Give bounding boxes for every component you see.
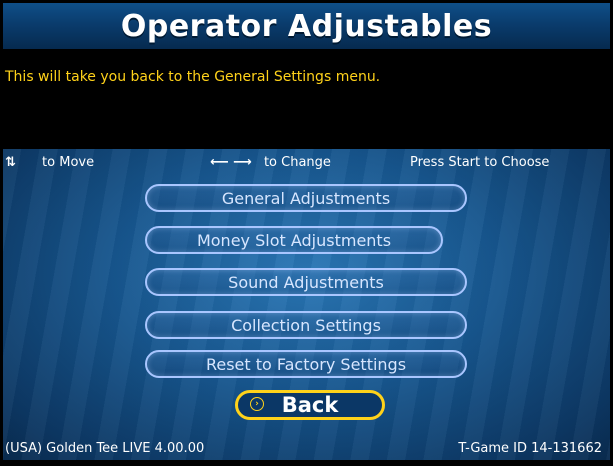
version-text: (USA) Golden Tee LIVE 4.00.00 [5, 441, 205, 456]
hint-change: ⟵ ⟶ to Change [210, 155, 331, 170]
collection-settings-label: Collection Settings [231, 315, 381, 335]
money-slot-adjustments-label: Money Slot Adjustments [196, 230, 392, 250]
hint-move: ⇅ to Move [5, 155, 94, 170]
title-bar: Operator Adjustables [3, 3, 610, 49]
game-id-text: T-Game ID 14-131662 [458, 441, 602, 456]
money-slot-adjustments-button[interactable]: Money Slot Adjustments [145, 226, 443, 254]
chevron-right-icon: › [250, 397, 264, 411]
footer: (USA) Golden Tee LIVE 4.00.00 T-Game ID … [3, 438, 610, 460]
help-message: This will take you back to the General S… [5, 69, 381, 85]
sound-adjustments-label: Sound Adjustments [228, 272, 384, 292]
back-button[interactable]: › Back [235, 390, 385, 420]
sound-adjustments-button[interactable]: Sound Adjustments [145, 268, 467, 296]
up-down-arrows-icon: ⇅ [5, 155, 16, 170]
operator-adjustables-screen: Operator Adjustables This will take you … [3, 3, 610, 460]
left-right-arrows-icon: ⟵ ⟶ [210, 155, 252, 170]
general-adjustments-button[interactable]: General Adjustments [145, 184, 467, 212]
hint-choose: Press Start to Choose [410, 155, 550, 170]
reset-factory-settings-label: Reset to Factory Settings [205, 354, 407, 374]
reset-factory-settings-button[interactable]: Reset to Factory Settings [145, 350, 467, 378]
controls-hint-row: ⇅ to Move ⟵ ⟶ to Change Press Start to C… [3, 153, 610, 173]
collection-settings-button[interactable]: Collection Settings [145, 311, 467, 339]
hint-change-label: to Change [263, 155, 331, 170]
back-button-label: Back [281, 393, 339, 417]
hint-move-label: to Move [42, 155, 95, 170]
menu-area: ⇅ to Move ⟵ ⟶ to Change Press Start to C… [3, 149, 610, 460]
message-box: This will take you back to the General S… [3, 49, 610, 149]
general-adjustments-label: General Adjustments [221, 188, 391, 208]
page-title: Operator Adjustables [120, 8, 493, 44]
